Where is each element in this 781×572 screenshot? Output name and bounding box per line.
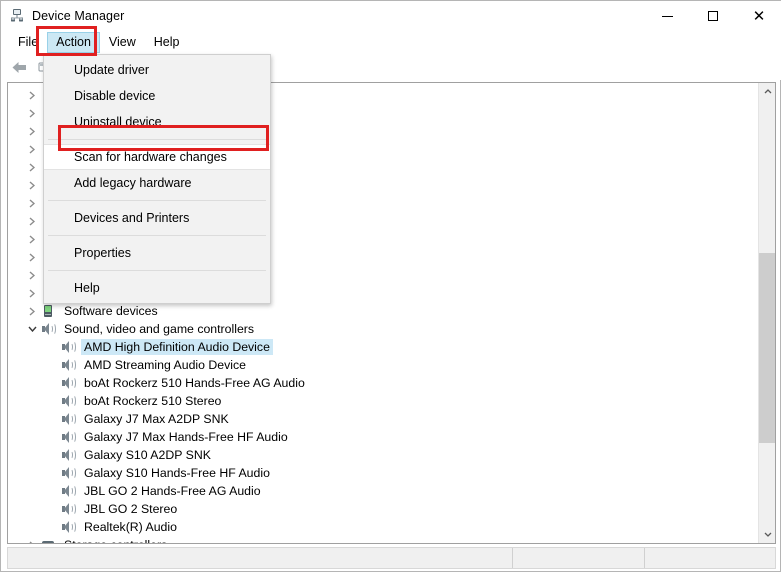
vertical-scrollbar[interactable] xyxy=(758,83,775,543)
chevron-right-icon[interactable] xyxy=(24,213,40,229)
chevron-right-icon[interactable] xyxy=(24,141,40,157)
chevron-right-icon[interactable] xyxy=(24,195,40,211)
storage-icon xyxy=(40,537,56,544)
menu-item-update-driver[interactable]: Update driver xyxy=(44,57,270,83)
speaker-icon xyxy=(60,447,76,463)
menu-separator xyxy=(48,139,266,140)
device-icon xyxy=(40,303,56,319)
tree-row-label: Realtek(R) Audio xyxy=(81,519,180,535)
tree-row-label: Galaxy S10 Hands-Free HF Audio xyxy=(81,465,273,481)
menu-item-uninstall-device[interactable]: Uninstall device xyxy=(44,109,270,135)
chevron-right-icon[interactable] xyxy=(24,177,40,193)
chevron-right-icon[interactable] xyxy=(24,105,40,121)
tree-row-realtek-r-audio[interactable]: Realtek(R) Audio xyxy=(8,518,758,536)
action-dropdown-menu: Update driver Disable device Uninstall d… xyxy=(43,54,271,304)
tree-row-galaxy-s10-a2dp-snk[interactable]: Galaxy S10 A2DP SNK xyxy=(8,446,758,464)
menu-bar: File Action View Help xyxy=(1,31,781,54)
device-manager-icon xyxy=(9,8,25,24)
tree-row-label: JBL GO 2 Stereo xyxy=(81,501,180,517)
speaker-icon xyxy=(60,393,76,409)
scroll-up-button[interactable] xyxy=(759,83,776,100)
maximize-button[interactable] xyxy=(690,1,736,31)
tree-row-label: boAt Rockerz 510 Hands-Free AG Audio xyxy=(81,375,308,391)
tree-row-label: Galaxy J7 Max Hands-Free HF Audio xyxy=(81,429,291,445)
tree-row-boat-rockerz-510-hands-free-ag-audio[interactable]: boAt Rockerz 510 Hands-Free AG Audio xyxy=(8,374,758,392)
menu-view[interactable]: View xyxy=(100,32,145,53)
menu-item-scan-for-hardware-changes[interactable]: Scan for hardware changes xyxy=(44,144,270,170)
tree-row-label: Storage controllers xyxy=(61,537,170,544)
status-pane-main xyxy=(8,548,513,568)
status-bar xyxy=(7,547,776,569)
speaker-icon xyxy=(40,321,56,337)
window-controls: ✕ xyxy=(644,1,781,31)
back-button[interactable] xyxy=(7,56,31,78)
maximize-icon xyxy=(708,11,718,21)
menu-separator xyxy=(48,200,266,201)
status-pane-secondary xyxy=(513,548,645,568)
scrollbar-thumb[interactable] xyxy=(759,253,776,443)
tree-row-label: Galaxy S10 A2DP SNK xyxy=(81,447,214,463)
tree-row-amd-high-definition-audio-device[interactable]: AMD High Definition Audio Device xyxy=(8,338,758,356)
menu-separator xyxy=(48,270,266,271)
tree-row-label: JBL GO 2 Hands-Free AG Audio xyxy=(81,483,264,499)
menu-help[interactable]: Help xyxy=(145,32,189,53)
speaker-icon xyxy=(60,483,76,499)
tree-row-label: Galaxy J7 Max A2DP SNK xyxy=(81,411,232,427)
tree-row-jbl-go-2-stereo[interactable]: JBL GO 2 Stereo xyxy=(8,500,758,518)
speaker-icon xyxy=(60,411,76,427)
menu-separator xyxy=(48,235,266,236)
chevron-right-icon[interactable] xyxy=(24,231,40,247)
tree-row-storage-controllers[interactable]: Storage controllers xyxy=(8,536,758,544)
speaker-icon xyxy=(60,429,76,445)
menu-item-add-legacy-hardware[interactable]: Add legacy hardware xyxy=(44,170,270,196)
tree-row-galaxy-j7-max-hands-free-hf-audio[interactable]: Galaxy J7 Max Hands-Free HF Audio xyxy=(8,428,758,446)
chevron-right-icon[interactable] xyxy=(24,123,40,139)
close-button[interactable]: ✕ xyxy=(736,1,781,31)
tree-row-boat-rockerz-510-stereo[interactable]: boAt Rockerz 510 Stereo xyxy=(8,392,758,410)
scroll-up-icon xyxy=(764,89,772,94)
menu-item-help[interactable]: Help xyxy=(44,275,270,301)
tree-row-jbl-go-2-hands-free-ag-audio[interactable]: JBL GO 2 Hands-Free AG Audio xyxy=(8,482,758,500)
tree-row-galaxy-s10-hands-free-hf-audio[interactable]: Galaxy S10 Hands-Free HF Audio xyxy=(8,464,758,482)
speaker-icon xyxy=(60,465,76,481)
device-manager-window: Device Manager ✕ File Action View Help xyxy=(0,0,781,572)
menu-item-devices-and-printers[interactable]: Devices and Printers xyxy=(44,205,270,231)
tree-row-amd-streaming-audio-device[interactable]: AMD Streaming Audio Device xyxy=(8,356,758,374)
speaker-icon xyxy=(60,339,76,355)
tree-row-label: Software devices xyxy=(61,303,161,319)
close-icon: ✕ xyxy=(753,9,766,24)
scroll-down-icon xyxy=(764,532,772,537)
speaker-icon xyxy=(60,519,76,535)
chevron-down-icon[interactable] xyxy=(24,321,40,337)
menu-file[interactable]: File xyxy=(9,32,47,53)
tree-row-software-devices[interactable]: Software devices xyxy=(8,302,758,320)
tree-row-label: boAt Rockerz 510 Stereo xyxy=(81,393,224,409)
title-bar: Device Manager ✕ xyxy=(1,1,781,31)
tree-row-sound-video-game-controllers[interactable]: Sound, video and game controllers xyxy=(8,320,758,338)
menu-item-disable-device[interactable]: Disable device xyxy=(44,83,270,109)
tree-row-label: Sound, video and game controllers xyxy=(61,321,257,337)
speaker-icon xyxy=(60,357,76,373)
chevron-right-icon[interactable] xyxy=(24,159,40,175)
chevron-right-icon[interactable] xyxy=(24,303,40,319)
menu-item-properties[interactable]: Properties xyxy=(44,240,270,266)
chevron-right-icon[interactable] xyxy=(24,285,40,301)
minimize-icon xyxy=(662,16,673,17)
chevron-right-icon[interactable] xyxy=(24,537,40,544)
chevron-right-icon[interactable] xyxy=(24,249,40,265)
tree-row-galaxy-j7-max-a2dp-snk[interactable]: Galaxy J7 Max A2DP SNK xyxy=(8,410,758,428)
tree-row-label: AMD Streaming Audio Device xyxy=(81,357,249,373)
menu-action[interactable]: Action xyxy=(47,32,100,53)
minimize-button[interactable] xyxy=(644,1,690,31)
speaker-icon xyxy=(60,375,76,391)
status-pane-tertiary xyxy=(645,548,775,568)
back-arrow-icon xyxy=(11,60,28,75)
tree-row-label: AMD High Definition Audio Device xyxy=(81,339,273,355)
speaker-icon xyxy=(60,501,76,517)
chevron-right-icon[interactable] xyxy=(24,87,40,103)
chevron-right-icon[interactable] xyxy=(24,267,40,283)
scroll-down-button[interactable] xyxy=(759,526,776,543)
window-title: Device Manager xyxy=(32,9,124,23)
